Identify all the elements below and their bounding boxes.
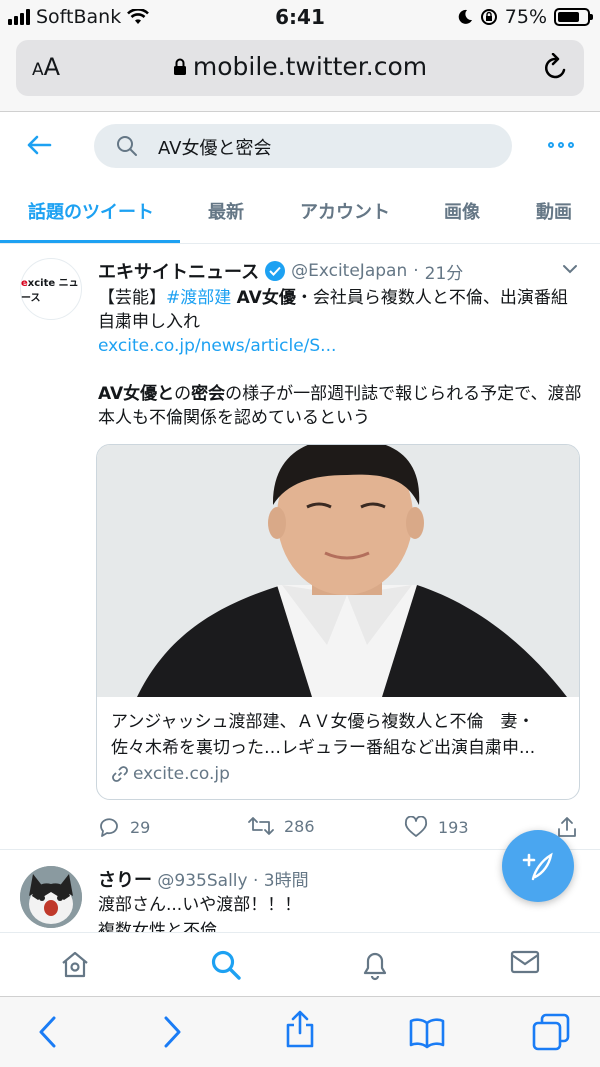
retweet-count: 286 (284, 816, 315, 836)
avatar-logo-text: excite ニュース (21, 278, 79, 304)
search-tab-icon[interactable] (210, 949, 242, 981)
tweet-text-line2: 複数女性と不倫 (98, 921, 217, 932)
tweet-time[interactable]: 3時間 (264, 871, 309, 891)
author-name[interactable]: さりー (98, 870, 152, 891)
article-link[interactable]: excite.co.jp/news/article/S... (98, 336, 336, 356)
rotation-lock-icon (480, 9, 497, 25)
tweet-actions: 29 286 193 (98, 816, 584, 840)
reload-icon[interactable] (542, 53, 570, 83)
hashtag-link[interactable]: #渡部建 (166, 288, 231, 308)
tabs-overview-icon[interactable] (532, 1013, 570, 1051)
tab-accounts[interactable]: アカウント (300, 198, 390, 224)
separator-dot: · (413, 261, 419, 281)
reply-count: 29 (130, 817, 151, 837)
tab-top-tweets[interactable]: 話題のツイート (28, 198, 154, 224)
tweet-header: さりー @935Sally · 3時間 (98, 866, 309, 892)
tab-videos[interactable]: 動画 (536, 198, 572, 224)
like-button[interactable]: 193 (404, 816, 469, 838)
share-icon (558, 817, 576, 837)
tweet-text-fragment: の (174, 384, 192, 404)
cat-avatar-image (20, 866, 82, 928)
heart-icon (404, 816, 428, 837)
tweet-time[interactable]: 21分 (425, 259, 464, 284)
retweet-icon (248, 817, 274, 835)
reply-button[interactable]: 29 (98, 816, 150, 838)
search-header: AV女優と密会 (0, 112, 600, 182)
notifications-bell-icon[interactable] (360, 949, 390, 981)
battery-icon (554, 8, 593, 26)
author-handle[interactable]: @ExciteJapan (291, 261, 407, 281)
active-tab-indicator (0, 240, 180, 243)
reply-icon (100, 818, 118, 837)
back-arrow-icon[interactable] (26, 134, 52, 156)
avatar[interactable]: excite ニュース (20, 258, 82, 320)
avatar[interactable] (20, 866, 82, 928)
tweet-text: 【芸能】#渡部建 AV女優・会社員ら複数人と不倫、出演番組自粛申し入れ exci… (98, 286, 584, 430)
highlight-term: 密会 (191, 384, 226, 404)
url-text: mobile.twitter.com (192, 52, 428, 81)
search-tabs: 話題のツイート 最新 アカウント 画像 動画 (0, 182, 600, 244)
home-icon[interactable] (60, 949, 90, 979)
card-domain-text: excite.co.jp (133, 764, 230, 784)
author-handle[interactable]: @935Sally (157, 871, 247, 891)
browser-forward-icon[interactable] (160, 1015, 184, 1049)
status-right: 75% (457, 6, 593, 28)
more-options-icon[interactable] (548, 142, 574, 148)
browser-url-bar: AA mobile.twitter.com (0, 36, 600, 112)
tweet-text-line1: 渡部さん...いや渡部！！！ (98, 895, 302, 915)
status-bar: SoftBank 6:41 75% (0, 0, 600, 36)
card-domain: excite.co.jp (111, 761, 565, 787)
card-caption: アンジャッシュ渡部建、ＡＶ女優ら複数人と不倫 妻・ 佐々木希を裏切った…レギュラ… (97, 697, 579, 787)
share-sheet-icon[interactable] (284, 1009, 316, 1049)
messages-envelope-icon[interactable] (510, 949, 540, 975)
highlight-term: AV女優と (98, 384, 175, 404)
twitter-bottom-nav (0, 932, 600, 996)
like-count: 193 (438, 817, 469, 837)
separator-dot: · (252, 871, 259, 891)
tweet-category: 【芸能】 (98, 288, 166, 308)
author-name[interactable]: エキサイトニュース (98, 258, 259, 284)
card-title-line2: 佐々木希を裏切った…レギュラー番組など出演自粛申... (111, 738, 536, 758)
link-card[interactable]: アンジャッシュ渡部建、ＡＶ女優ら複数人と不倫 妻・ 佐々木希を裏切った…レギュラ… (96, 444, 580, 800)
lock-icon (173, 58, 186, 75)
search-input[interactable]: AV女優と密会 (94, 124, 512, 168)
bookmarks-book-icon[interactable] (408, 1017, 446, 1049)
retweet-button[interactable]: 286 (248, 816, 315, 836)
search-query: AV女優と密会 (158, 138, 272, 159)
battery-percent: 75% (504, 6, 547, 28)
tweet-text: 渡部さん...いや渡部！！！ 複数女性と不倫 (98, 892, 301, 932)
browser-back-icon[interactable] (36, 1015, 60, 1049)
link-icon (112, 766, 128, 782)
tab-images[interactable]: 画像 (444, 198, 480, 224)
card-image[interactable] (97, 445, 579, 697)
search-icon (117, 136, 137, 156)
highlight-term: AV女優 (236, 288, 296, 308)
address-field[interactable]: AA mobile.twitter.com (16, 40, 584, 96)
compose-feather-icon (522, 852, 553, 881)
verified-badge-icon (265, 261, 286, 281)
moon-icon (458, 9, 472, 24)
tab-latest[interactable]: 最新 (208, 198, 244, 224)
card-title-line1: アンジャッシュ渡部建、ＡＶ女優ら複数人と不倫 妻・ (111, 712, 535, 732)
tweet[interactable]: excite ニュース エキサイトニュース @ExciteJapan · 21分… (0, 246, 600, 850)
browser-toolbar (0, 996, 600, 1067)
portrait-photo (97, 445, 579, 697)
tweet-header: エキサイトニュース @ExciteJapan · 21分 (98, 258, 463, 284)
url-display[interactable]: mobile.twitter.com (16, 52, 584, 81)
compose-tweet-button[interactable] (502, 830, 574, 902)
chevron-down-icon[interactable] (562, 264, 578, 274)
share-button[interactable] (556, 816, 578, 838)
